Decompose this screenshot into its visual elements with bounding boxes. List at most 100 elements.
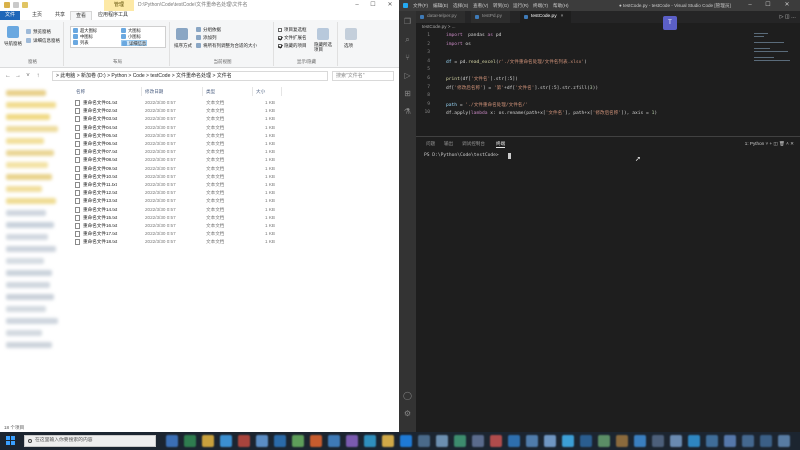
taskbar-app-icon[interactable] (166, 435, 178, 447)
taskbar-app-icon[interactable] (778, 435, 790, 447)
column-divider[interactable] (252, 87, 253, 96)
hide-selected-button[interactable]: 隐藏所选项目 (314, 42, 336, 52)
nav-item[interactable] (6, 198, 56, 204)
taskbar-app-icon[interactable] (490, 435, 502, 447)
minimize-icon[interactable]: – (743, 0, 757, 11)
details-pane-button[interactable]: 详细信息窗格 (26, 37, 60, 44)
file-row[interactable]: 重命名文件02.txt 2022/3/30 0:57 文本文档 1 KB (71, 107, 299, 115)
manage-tab[interactable]: 管理 (104, 0, 134, 11)
taskbar-app-icon[interactable] (724, 435, 736, 447)
close-icon[interactable]: ✕ (780, 0, 794, 11)
search-icon[interactable]: ⌕ (403, 35, 412, 44)
menu-go[interactable]: 转到(G) (493, 0, 509, 11)
trash-icon[interactable]: 🗑 (779, 141, 785, 146)
settings-gear-icon[interactable]: ⚙ (403, 409, 412, 418)
nav-item[interactable] (6, 342, 52, 348)
taskbar-app-icon[interactable] (238, 435, 250, 447)
nav-item[interactable] (6, 222, 54, 228)
search-input[interactable]: 搜索"文件名" (332, 71, 394, 81)
group-by-button[interactable]: 分组依据 (196, 26, 221, 33)
file-row[interactable]: 重命名文件13.txt 2022/3/30 0:57 文本文档 1 KB (71, 197, 299, 205)
nav-item[interactable] (6, 162, 48, 168)
code-line[interactable]: df = pd.read_excel(r'./文件重命名处理/文件名列表.xls… (446, 59, 587, 65)
file-extensions-toggle[interactable]: 文件扩展名 (278, 34, 307, 41)
file-row[interactable]: 重命名文件17.txt 2022/3/30 0:57 文本文档 1 KB (71, 230, 299, 238)
taskbar-app-icon[interactable] (292, 435, 304, 447)
taskbar-app-icon[interactable] (382, 435, 394, 447)
code-line[interactable]: df['修改后名称'] = '第'+df['文件名'].str[:5].str.… (446, 85, 598, 91)
taskbar-app-icon[interactable] (580, 435, 592, 447)
taskbar-app-icon[interactable] (634, 435, 646, 447)
close-tab-icon[interactable]: × (561, 14, 564, 19)
nav-item[interactable] (6, 126, 58, 132)
file-row[interactable]: 重命名文件05.txt 2022/3/30 0:57 文本文档 1 KB (71, 132, 299, 140)
taskbar-app-icon[interactable] (346, 435, 358, 447)
taskbar-app-icon[interactable] (760, 435, 772, 447)
chevron-down-icon[interactable]: ˅ (24, 71, 32, 81)
file-row[interactable]: 重命名文件18.txt 2022/3/30 0:57 文本文档 1 KB (71, 238, 299, 246)
nav-item[interactable] (6, 282, 50, 288)
hidden-items-toggle[interactable]: 隐藏的项目 (278, 42, 307, 49)
code-editor[interactable]: 1 import pandas as pd 2 import os 3 4 df = pd.… (416, 31, 800, 136)
nav-item[interactable] (6, 90, 46, 96)
nav-item[interactable] (6, 294, 54, 300)
layout-list[interactable]: 列表 (73, 40, 89, 46)
taskbar-app-icon[interactable] (220, 435, 232, 447)
nav-item[interactable] (6, 186, 42, 192)
explorer-files-icon[interactable]: ❐ (403, 17, 412, 26)
extensions-icon[interactable]: ⊞ (403, 89, 412, 98)
code-line[interactable]: import pandas as pd (446, 33, 501, 38)
up-arrow-icon[interactable]: ↑ (34, 71, 42, 81)
taskbar-app-icon[interactable] (616, 435, 628, 447)
file-row[interactable]: 重命名文件03.txt 2022/3/30 0:57 文本文档 1 KB (71, 115, 299, 123)
tab-share[interactable]: 共享 (50, 11, 70, 20)
breadcrumb[interactable]: testCode.py > ... (416, 23, 800, 31)
panel-tab-debug-console[interactable]: 调试控制台 (462, 139, 485, 148)
menu-view[interactable]: 查看(V) (473, 0, 488, 11)
taskbar-app-icon[interactable] (436, 435, 448, 447)
panel-tab-problems[interactable]: 问题 (426, 139, 435, 148)
account-icon[interactable]: ◯ (403, 391, 412, 400)
taskbar-app-icon[interactable] (418, 435, 430, 447)
taskbar-app-icon[interactable] (274, 435, 286, 447)
chevron-down-icon[interactable]: ˅ (765, 141, 768, 146)
taskbar-app-icon[interactable] (202, 435, 214, 447)
nav-item[interactable] (6, 174, 52, 180)
terminal-output[interactable]: PS D:\Python\Code\testCode> (424, 153, 501, 158)
terminal-selector[interactable]: 1: Python (745, 141, 764, 146)
file-row[interactable]: 重命名文件12.txt 2022/3/30 0:57 文本文档 1 KB (71, 189, 299, 197)
address-bar[interactable]: > 此电脑 > 新加卷 (D:) > Python > Code > testC… (52, 71, 328, 81)
file-row[interactable]: 重命名文件08.txt 2022/3/30 0:57 文本文档 1 KB (71, 156, 299, 164)
taskbar-app-icon[interactable] (184, 435, 196, 447)
windows-start-icon[interactable] (6, 436, 16, 446)
taskbar-app-icon[interactable] (400, 435, 412, 447)
tab-testcode[interactable]: testCode.py × (520, 11, 573, 23)
nav-item[interactable] (6, 234, 48, 240)
nav-item[interactable] (6, 210, 46, 216)
code-line[interactable]: path = './文件重命名处理/文件名/' (446, 102, 528, 108)
taskbar-app-icon[interactable] (688, 435, 700, 447)
code-line[interactable]: print(df['文件名'].str[:5]) (446, 76, 518, 82)
taskbar-search[interactable]: 在这里输入你要搜索的内容 (24, 435, 156, 447)
nav-item[interactable] (6, 330, 42, 336)
nav-item[interactable] (6, 150, 54, 156)
column-divider[interactable] (281, 87, 282, 96)
menu-selection[interactable]: 选择(S) (453, 0, 468, 11)
source-control-icon[interactable]: ⑂ (403, 53, 412, 62)
nav-item[interactable] (6, 114, 50, 120)
panel-tab-output[interactable]: 输出 (444, 139, 453, 148)
navigation-pane[interactable] (0, 84, 64, 424)
maximize-icon[interactable]: ☐ (761, 0, 775, 11)
more-icon[interactable]: … (791, 14, 796, 20)
file-row[interactable]: 重命名文件11.txt 2022/3/30 0:57 文本文档 1 KB (71, 181, 299, 189)
testing-flask-icon[interactable]: ⚗ (403, 107, 412, 116)
options-button[interactable]: 选项 (344, 42, 353, 49)
taskbar-app-icon[interactable] (562, 435, 574, 447)
close-panel-icon[interactable]: ✕ (790, 141, 794, 146)
tab-testpd[interactable]: testPd.py (471, 11, 511, 23)
menu-run[interactable]: 运行(R) (513, 0, 529, 11)
run-debug-icon[interactable]: ▷ (403, 71, 412, 80)
taskbar-app-icon[interactable] (310, 435, 322, 447)
add-terminal-icon[interactable]: + (769, 141, 772, 146)
taskbar-app-icon[interactable] (598, 435, 610, 447)
